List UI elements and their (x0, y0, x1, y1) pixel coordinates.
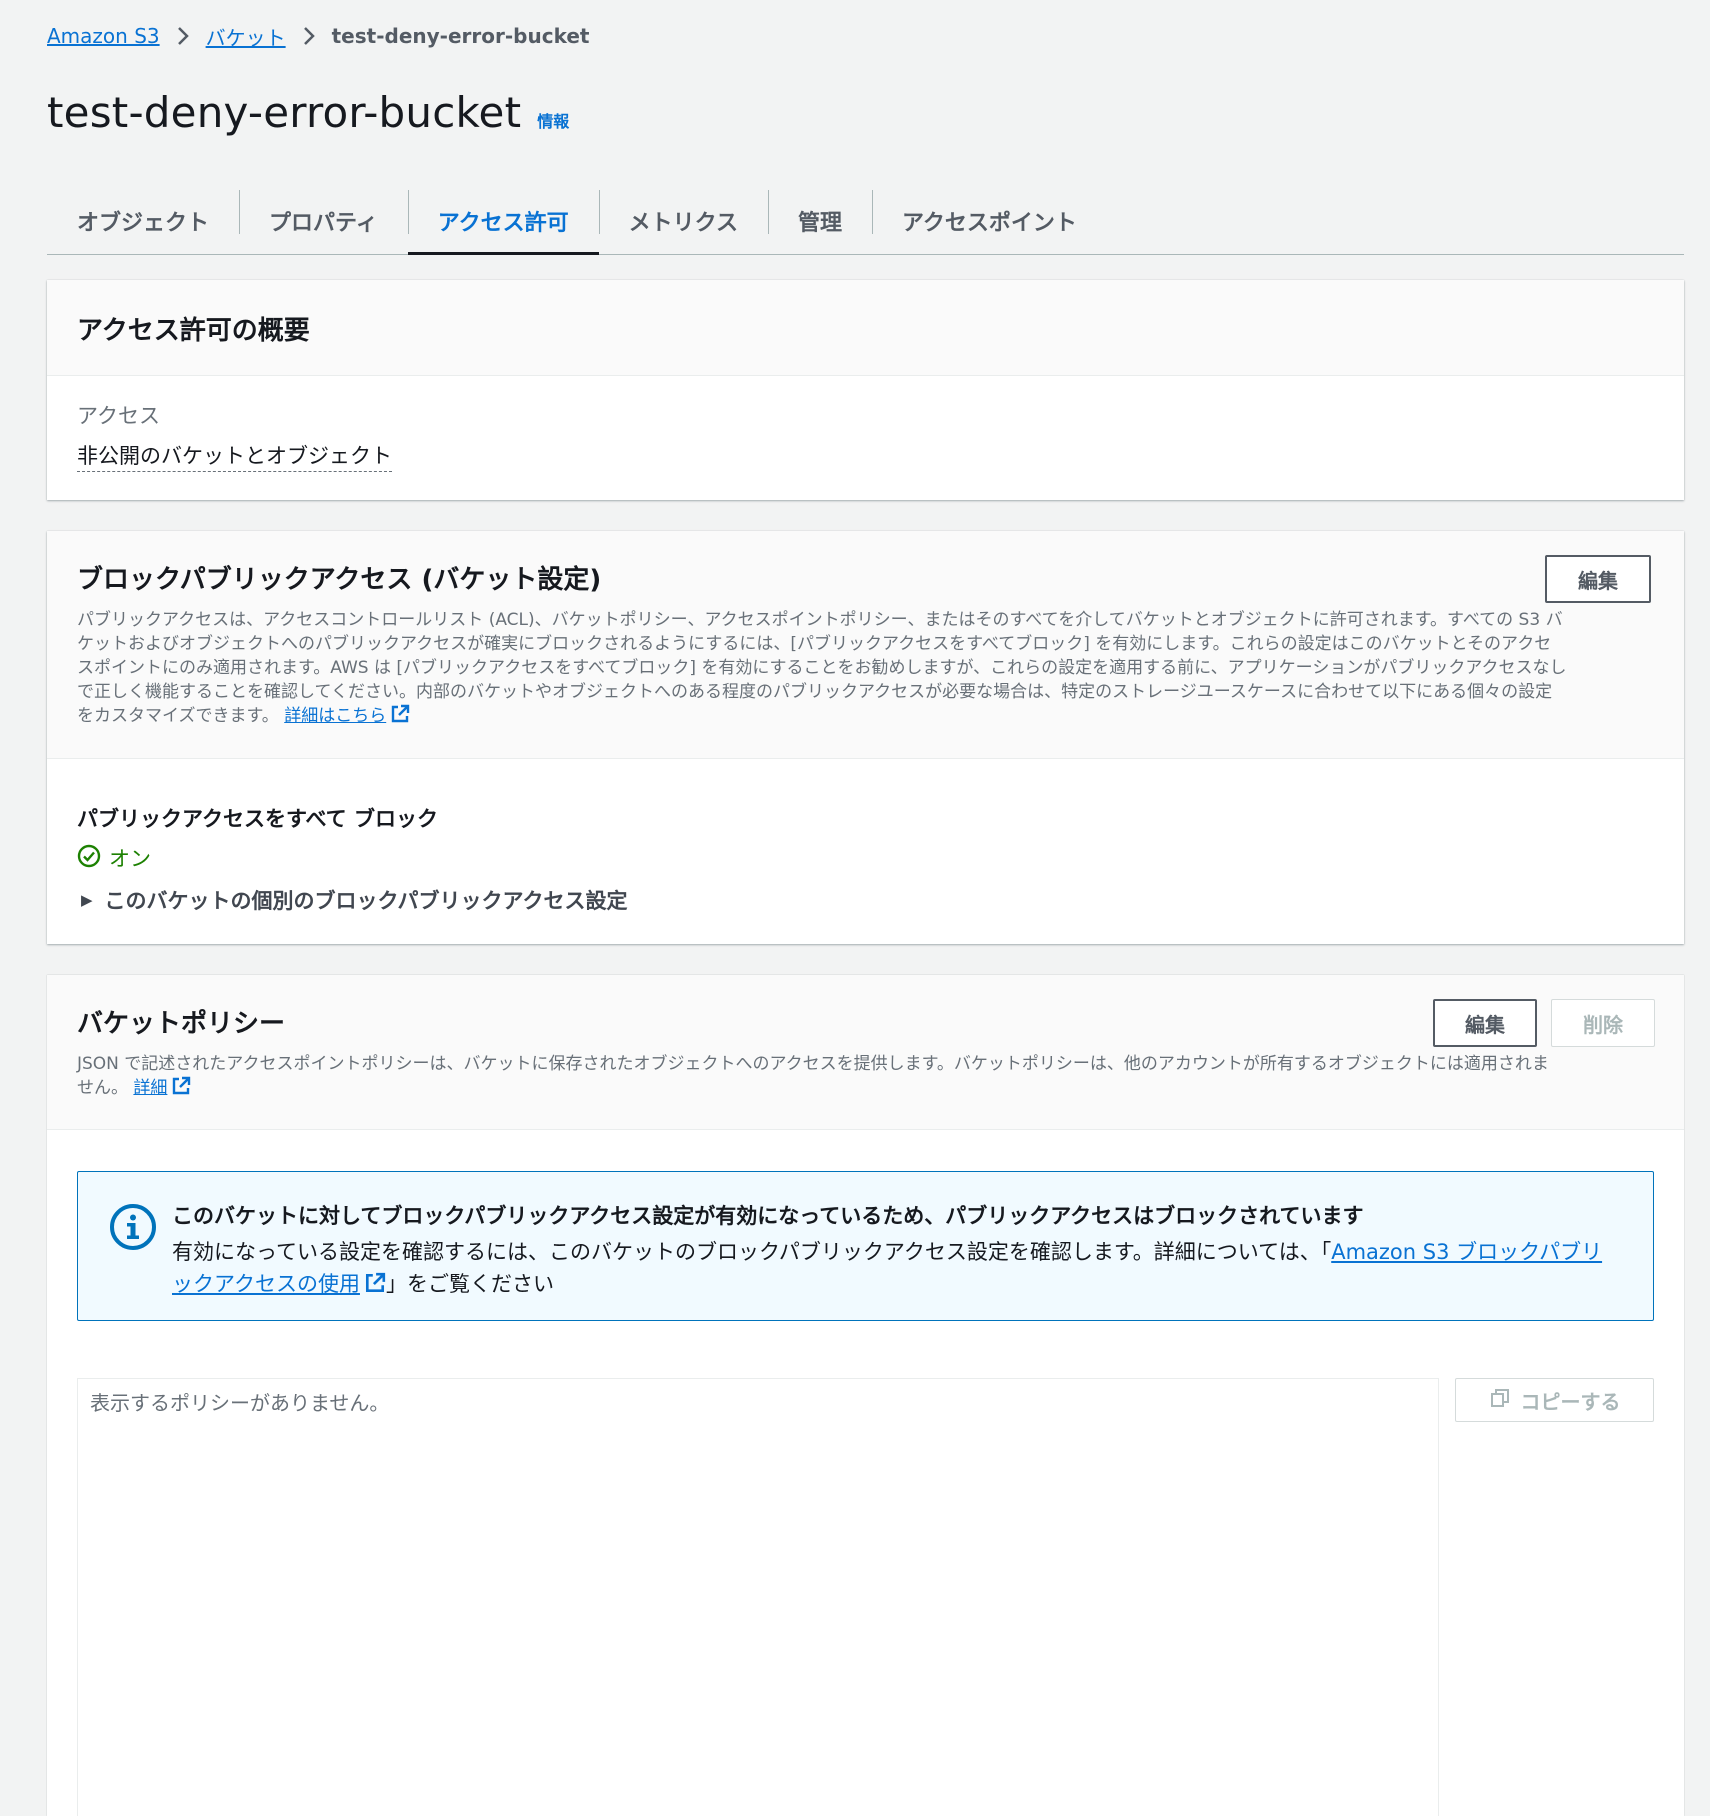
description-line: をカスタマイズできます。 (77, 706, 279, 726)
caret-right-icon: ▶ (81, 891, 93, 909)
panel-description: JSON で記述されたアクセスポイントポリシーは、バケットに保存されたオブジェク… (77, 1052, 1657, 1103)
access-label: アクセス (77, 404, 160, 428)
block-all-label: パブリックアクセスをすべて ブロック (77, 807, 438, 831)
copy-button[interactable]: コピーする (1455, 1378, 1654, 1422)
alert-title: このバケットに対してブロックパブリックアクセス設定が有効になっているため、パブリ… (172, 1204, 1364, 1228)
page-header: test-deny-error-bucket 情報 (47, 88, 569, 137)
individual-settings-expander[interactable]: ▶ このバケットの個別のブロックパブリックアクセス設定 (77, 885, 1654, 915)
panel-header: バケットポリシー 編集 削除 JSON で記述されたアクセスポイントポリシーは、… (47, 975, 1684, 1130)
description-line: で正しく機能することを確認してください。内部のバケットやオブジェクトへのある程度… (77, 682, 1553, 702)
block-public-access-body: パブリックアクセスをすべて ブロック オン ▶ このバケットの個別のブロックパブ… (47, 759, 1684, 915)
panel-description: パブリックアクセスは、アクセスコントロールリスト (ACL)、バケットポリシー、… (77, 608, 1657, 731)
chevron-right-icon (176, 25, 190, 47)
edit-button[interactable]: 編集 (1545, 555, 1651, 603)
chevron-right-icon (302, 25, 316, 47)
info-icon (108, 1202, 158, 1320)
panel-title: ブロックパブリックアクセス (バケット設定) (77, 565, 602, 595)
description-line: スポイントにのみ適用されます。AWS は [パブリックアクセスをすべてブロック]… (77, 658, 1567, 678)
description-line: ケットおよびオブジェクトへのパブリックアクセスが確実にブロックされるようにするに… (77, 634, 1552, 654)
alert-text: 有効になっている設定を確認するには、このバケットのブロックパブリックアクセス設定… (172, 1236, 1602, 1303)
policy-editor[interactable]: 表示するポリシーがありません。 (77, 1378, 1439, 1816)
alert-text-part: 有効になっている設定を確認するには、このバケットのブロックパブリックアクセス設定… (172, 1240, 1332, 1264)
breadcrumb: Amazon S3 バケット test-deny-error-bucket (47, 22, 589, 50)
bucket-policy-panel: バケットポリシー 編集 削除 JSON で記述されたアクセスポイントポリシーは、… (47, 975, 1684, 1816)
info-alert: このバケットに対してブロックパブリックアクセス設定が有効になっているため、パブリ… (77, 1171, 1654, 1321)
learn-more-link[interactable]: 詳細はこちら (284, 704, 410, 726)
page-title: test-deny-error-bucket (47, 88, 522, 137)
breadcrumb-buckets-link[interactable]: バケット (206, 22, 286, 51)
permissions-overview-panel: アクセス許可の概要 アクセス 非公開のバケットとオブジェクト (47, 280, 1684, 500)
info-link[interactable]: 情報 (537, 108, 569, 132)
tab-metrics[interactable]: メトリクス (598, 188, 768, 254)
external-link-icon (364, 1271, 386, 1303)
external-link-icon (171, 1076, 191, 1103)
tab-bar: オブジェクト プロパティ アクセス許可 メトリクス 管理 アクセスポイント (47, 188, 1684, 255)
delete-button[interactable]: 削除 (1551, 999, 1655, 1047)
edit-button[interactable]: 編集 (1433, 999, 1537, 1047)
access-value[interactable]: 非公開のバケットとオブジェクト (77, 440, 392, 472)
learn-more-link[interactable]: 詳細 (133, 1076, 191, 1098)
tab-management[interactable]: 管理 (767, 188, 872, 254)
external-link-icon (390, 704, 410, 731)
access-field: アクセス 非公開のバケットとオブジェクト (47, 376, 1684, 496)
copy-label: コピーする (1520, 1389, 1621, 1414)
tab-permissions[interactable]: アクセス許可 (407, 188, 599, 255)
description-line: せん。 (77, 1078, 128, 1098)
panel-header: アクセス許可の概要 (47, 280, 1684, 376)
block-public-access-panel: ブロックパブリックアクセス (バケット設定) 編集 パブリックアクセスは、アクセ… (47, 531, 1684, 944)
tab-access-points[interactable]: アクセスポイント (871, 188, 1107, 254)
policy-placeholder: 表示するポリシーがありません。 (90, 1391, 390, 1415)
check-circle-icon (77, 844, 109, 873)
alert-text-part: 」をご覧ください (385, 1272, 554, 1296)
copy-icon (1489, 1387, 1521, 1414)
alert-content: このバケットに対してブロックパブリックアクセス設定が有効になっているため、パブリ… (172, 1200, 1602, 1320)
tab-properties[interactable]: プロパティ (239, 188, 408, 254)
panel-title: アクセス許可の概要 (77, 316, 310, 346)
tab-objects[interactable]: オブジェクト (47, 188, 239, 254)
breadcrumb-amazon-s3-link[interactable]: Amazon S3 (47, 24, 160, 48)
status-text: オン (109, 847, 151, 871)
expander-label: このバケットの個別のブロックパブリックアクセス設定 (104, 889, 628, 913)
panel-header: ブロックパブリックアクセス (バケット設定) 編集 パブリックアクセスは、アクセ… (47, 531, 1684, 759)
panel-title: バケットポリシー (77, 1009, 286, 1039)
status-indicator: オン (77, 843, 1654, 873)
description-line: JSON で記述されたアクセスポイントポリシーは、バケットに保存されたオブジェク… (77, 1054, 1549, 1074)
breadcrumb-current: test-deny-error-bucket (331, 24, 590, 48)
description-line: パブリックアクセスは、アクセスコントロールリスト (ACL)、バケットポリシー、… (77, 610, 1563, 630)
